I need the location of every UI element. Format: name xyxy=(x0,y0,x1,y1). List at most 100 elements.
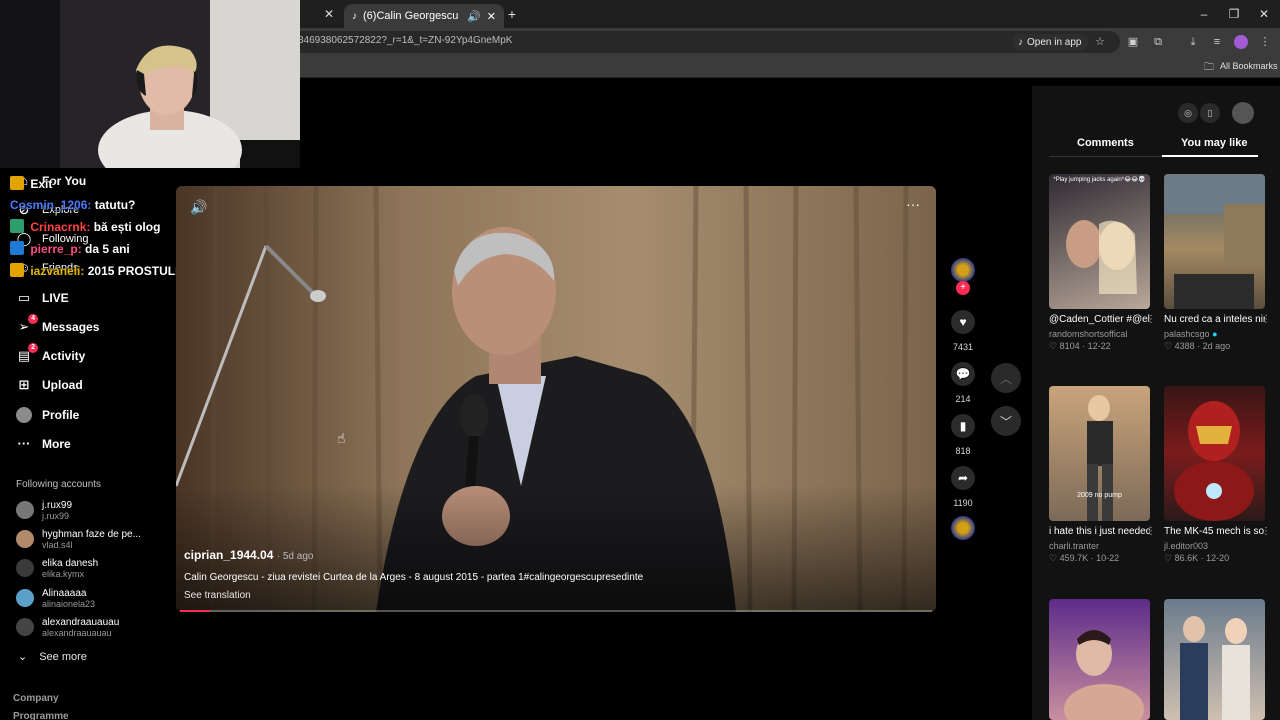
more-options-icon[interactable]: ··· xyxy=(906,196,920,212)
see-translation-link[interactable]: See translation xyxy=(184,590,251,601)
card-date: 2d ago xyxy=(1202,341,1231,351)
download-icon[interactable]: ⤓ xyxy=(1186,35,1200,49)
tab-you-may-like[interactable]: You may like xyxy=(1181,137,1247,149)
video-author[interactable]: ciprian_1944.04 · 5d ago xyxy=(184,548,313,562)
nav-profile[interactable]: Profile xyxy=(16,405,79,425)
live-icon: ▭ xyxy=(17,290,31,305)
video-thumbnail[interactable]: 2009 no pump xyxy=(1049,386,1150,521)
card-author[interactable]: randomshortsoffical xyxy=(1049,329,1150,339)
card-author[interactable]: jl.editor003 xyxy=(1164,541,1265,551)
tab-comments[interactable]: Comments xyxy=(1077,137,1134,149)
menu-icon[interactable]: ⋮ xyxy=(1258,35,1272,49)
active-tab-indicator xyxy=(1162,155,1258,157)
video-card[interactable] xyxy=(1049,599,1150,720)
video-thumbnail[interactable] xyxy=(1049,599,1150,720)
video-card[interactable] xyxy=(1164,599,1265,720)
footer-company-link[interactable]: Company xyxy=(13,693,59,704)
video-thumbnail[interactable] xyxy=(1164,599,1265,720)
following-account[interactable]: elika danesh elika.kymx xyxy=(16,554,98,582)
video-progress-bar[interactable] xyxy=(180,610,932,612)
card-title[interactable]: Nu cred ca a inteles nimic... xyxy=(1164,313,1265,327)
nav-label: Profile xyxy=(42,408,80,422)
card-author-row[interactable]: palashcsgo ● xyxy=(1164,329,1265,339)
open-in-app-label: Open in app xyxy=(1027,36,1082,48)
more-options-icon[interactable]: ⋮ xyxy=(1146,526,1156,537)
star-icon[interactable]: ☆ xyxy=(1093,35,1107,49)
minimize-icon[interactable]: – xyxy=(1196,6,1212,22)
video-thumbnail[interactable]: *Play jumping jacks again*😂😂💀 xyxy=(1049,174,1150,309)
phone-icon[interactable]: ▯ xyxy=(1200,103,1220,123)
following-account[interactable]: hyghman faze de pe... vlad.s4l xyxy=(16,525,141,553)
nav-live[interactable]: ▭ LIVE xyxy=(16,288,69,308)
creator-avatar[interactable] xyxy=(951,258,975,282)
following-account[interactable]: alexandraauauau alexandraauauau xyxy=(16,613,119,641)
close-window-icon[interactable]: ✕ xyxy=(1256,6,1272,22)
volume-icon[interactable]: 🔊 xyxy=(190,199,207,216)
like-button[interactable]: ♥ xyxy=(951,310,975,334)
activity-badge: 2 xyxy=(28,343,38,353)
video-thumbnail[interactable] xyxy=(1164,386,1265,521)
chat-badge-icon xyxy=(10,219,24,233)
browser-tab-active[interactable]: ♪ (6)Calin Georgescu - ziua re 🔊 ✕ xyxy=(344,4,504,28)
more-options-icon[interactable]: ⋮ xyxy=(1146,314,1156,325)
share-button[interactable]: ➦ xyxy=(951,466,975,490)
account-name: j.rux99 xyxy=(42,499,73,511)
thumbnail-image xyxy=(1066,220,1137,294)
card-meta: ♡ 4388 · 2d ago xyxy=(1164,341,1231,351)
comment-button[interactable]: 💬 xyxy=(951,362,975,386)
thumbnail-image xyxy=(1064,630,1144,720)
card-title[interactable]: i hate this i just needed to post... xyxy=(1049,525,1150,539)
open-in-app-button[interactable]: ♪ Open in app xyxy=(1012,34,1088,50)
card-author[interactable]: charli.tranter xyxy=(1049,541,1150,551)
all-bookmarks-link[interactable]: All Bookmarks xyxy=(1220,61,1278,71)
tiktok-icon: ♪ xyxy=(1018,36,1023,48)
nav-more[interactable]: ··· More xyxy=(16,434,71,454)
puzzle-icon[interactable]: ⧉ xyxy=(1151,35,1165,49)
url-text[interactable]: 846938062572822?_r=1&_t=ZN-92Yp4GneMpK xyxy=(298,35,512,46)
save-button[interactable]: ▮ xyxy=(951,414,975,438)
next-video-button[interactable]: ﹀ xyxy=(991,406,1021,436)
new-tab-icon[interactable]: + xyxy=(504,6,520,22)
video-card[interactable]: *Play jumping jacks again*😂😂💀 @Caden_Cot… xyxy=(1049,174,1156,352)
nav-upload[interactable]: ⊞ Upload xyxy=(16,375,83,395)
restore-icon[interactable]: ❐ xyxy=(1226,6,1242,22)
speaker-icon[interactable]: 🔊 xyxy=(467,10,481,23)
profile-avatar[interactable] xyxy=(1232,102,1254,124)
nav-activity[interactable]: ▤ 2 Activity xyxy=(16,343,85,366)
comment-count: 214 xyxy=(955,394,971,404)
save-count: 818 xyxy=(955,446,971,456)
avatar xyxy=(16,618,34,636)
video-card[interactable]: Nu cred ca a inteles nimic... palashcsgo… xyxy=(1164,174,1271,352)
music-disc-icon[interactable] xyxy=(951,516,975,540)
footer-programme-link[interactable]: Programme xyxy=(13,711,69,720)
close-tab-icon[interactable]: ✕ xyxy=(487,10,496,23)
profile-avatar[interactable] xyxy=(1234,35,1248,49)
video-thumbnail[interactable] xyxy=(1164,174,1265,309)
extension-icon[interactable]: ▣ xyxy=(1126,35,1140,49)
nav-label: Messages xyxy=(42,320,100,334)
card-title[interactable]: @Caden_Cottier #@ellienuttsxx... xyxy=(1049,313,1150,327)
author-name[interactable]: ciprian_1944.04 xyxy=(184,548,273,562)
video-card[interactable]: The MK-45 mech is so... jl.editor003 ♡ 8… xyxy=(1164,386,1271,564)
compass-icon[interactable]: ◎ xyxy=(1178,103,1198,123)
nav-label: LIVE xyxy=(42,291,69,305)
follow-plus-icon[interactable]: + xyxy=(956,281,970,295)
chevron-down-icon: ﹀ xyxy=(999,414,1012,429)
more-options-icon[interactable]: ⋮ xyxy=(1261,314,1271,325)
video-card[interactable]: 2009 no pump i hate this i just needed t… xyxy=(1049,386,1156,564)
card-date: 10-22 xyxy=(1096,553,1120,563)
chat-text: da 5 ani xyxy=(85,242,130,256)
playlist-icon[interactable]: ≡ xyxy=(1210,35,1224,49)
close-tab-icon[interactable]: ✕ xyxy=(321,6,337,22)
following-account[interactable]: j.rux99 j.rux99 xyxy=(16,496,72,524)
previous-video-button[interactable]: ︿ xyxy=(991,363,1021,393)
card-author[interactable]: palashcsgo xyxy=(1164,329,1210,339)
chat-user: pierre_p: xyxy=(30,242,82,256)
see-more-button[interactable]: ⌄ See more xyxy=(18,650,87,664)
more-options-icon[interactable]: ⋮ xyxy=(1261,526,1271,537)
following-account[interactable]: Alinaaaaa alinaionela23 xyxy=(16,584,95,612)
nav-messages[interactable]: ➢ 4 Messages xyxy=(16,314,100,337)
card-title[interactable]: The MK-45 mech is so... xyxy=(1164,525,1265,539)
activity-icon: ▤ 2 xyxy=(16,343,38,364)
card-views: 459.7K xyxy=(1059,553,1089,563)
